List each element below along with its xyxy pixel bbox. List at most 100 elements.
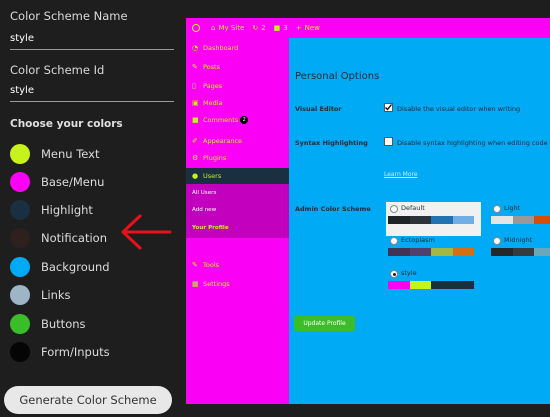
menu-appearance[interactable]: ✐ Appearance	[186, 133, 289, 149]
palette-color	[452, 248, 474, 256]
scheme-midnight[interactable]: Midnight	[489, 234, 550, 268]
form-inputs-swatch[interactable]	[10, 342, 30, 362]
scheme-name: Midnight	[504, 236, 533, 244]
page-title: Personal Options	[295, 71, 380, 82]
gauge-icon: ◔	[192, 44, 199, 52]
menu-label: Plugins	[203, 154, 227, 162]
learn-more-link[interactable]: Learn More	[384, 171, 418, 178]
scheme-light[interactable]: Light	[489, 202, 550, 236]
visual-editor-checkbox[interactable]	[384, 103, 393, 112]
scheme-name-input[interactable]	[10, 28, 174, 50]
settings-icon: ▦	[192, 280, 199, 288]
submenu-all-users[interactable]: All Users	[192, 190, 216, 196]
scheme-default[interactable]: Default	[386, 202, 481, 236]
links-swatch[interactable]	[10, 285, 30, 305]
menu-settings[interactable]: ▦ Settings	[186, 276, 289, 292]
wordpress-logo-icon[interactable]	[192, 24, 203, 32]
site-name: My Site	[218, 24, 245, 32]
plug-icon: ⚙	[192, 154, 199, 162]
color-row-background[interactable]: Background	[10, 256, 110, 278]
menu-comments[interactable]: ■ Comments 2	[186, 112, 289, 128]
menu-text-swatch[interactable]	[10, 144, 30, 164]
admin-bar-updates[interactable]: ↻ 2	[252, 24, 265, 32]
highlight-swatch[interactable]	[10, 200, 30, 220]
menu-label: Users	[203, 172, 222, 180]
palette-color	[491, 216, 513, 224]
scheme-radio[interactable]	[493, 237, 501, 245]
scheme-radio[interactable]	[390, 237, 398, 245]
color-row-buttons[interactable]: Buttons	[10, 313, 86, 335]
submenu-add-new[interactable]: Add new	[192, 207, 216, 213]
palette-color	[409, 248, 431, 256]
scheme-id-label: Color Scheme Id	[10, 63, 105, 77]
menu-users[interactable]: ● Users	[186, 168, 289, 184]
syntax-highlighting-option: Disable syntax highlighting when editing…	[397, 139, 548, 147]
scheme-radio[interactable]	[493, 205, 501, 213]
wrench-icon: ✎	[192, 261, 198, 269]
menu-tools[interactable]: ✎ Tools	[186, 257, 289, 273]
scheme-palette	[491, 216, 550, 224]
admin-bar-comments[interactable]: ■ 3	[274, 24, 288, 32]
admin-bar-site[interactable]: ⌂ My Site	[211, 24, 244, 32]
syntax-highlighting-checkbox[interactable]	[384, 137, 393, 146]
palette-color	[431, 216, 453, 224]
submenu-your-profile[interactable]: Your Profile	[192, 225, 229, 231]
admin-bar: ⌂ My Site ↻ 2 ■ 3 + New	[186, 18, 550, 38]
scheme-name: style	[401, 269, 417, 277]
notification-label: Notification	[41, 231, 107, 245]
arrow-left-icon	[121, 214, 172, 250]
highlight-label: Highlight	[41, 203, 93, 217]
menu-text-label: Menu Text	[41, 147, 100, 161]
palette-color	[512, 216, 534, 224]
update-profile-button[interactable]: Update Profile	[294, 316, 355, 331]
palette-color	[512, 248, 534, 256]
comments-badge: 2	[240, 116, 249, 124]
menu-label: Comments	[203, 116, 239, 124]
visual-editor-option: Disable the visual editor when writing	[397, 105, 521, 113]
color-row-base-menu[interactable]: Base/Menu	[10, 171, 104, 193]
menu-posts[interactable]: ✎ Posts	[186, 59, 289, 75]
color-row-form-inputs[interactable]: Form/Inputs	[10, 341, 110, 363]
menu-pages[interactable]: ▯ Pages	[186, 78, 289, 94]
palette-color	[409, 216, 431, 224]
menu-label: Dashboard	[203, 44, 239, 52]
color-row-links[interactable]: Links	[10, 284, 71, 306]
buttons-swatch[interactable]	[10, 314, 30, 334]
menu-media[interactable]: ▣ Media	[186, 95, 289, 111]
scheme-radio[interactable]	[390, 205, 398, 213]
scheme-radio-selected[interactable]	[390, 270, 398, 278]
palette-color	[388, 281, 410, 289]
palette-color	[388, 216, 410, 224]
notification-swatch[interactable]	[10, 228, 30, 248]
background-swatch[interactable]	[10, 257, 30, 277]
palette-color	[409, 281, 431, 289]
scheme-name: Ectoplasm	[401, 236, 435, 244]
palette-color	[431, 281, 453, 289]
users-submenu: All Users Add new Your Profile	[186, 184, 289, 238]
menu-label: Tools	[203, 261, 220, 269]
base-menu-swatch[interactable]	[10, 172, 30, 192]
refresh-icon: ↻	[252, 24, 259, 32]
media-icon: ▣	[192, 99, 199, 107]
brush-icon: ✐	[192, 137, 198, 145]
scheme-palette	[491, 248, 550, 256]
syntax-highlighting-label: Syntax Highlighting	[295, 139, 368, 147]
admin-preview: ⌂ My Site ↻ 2 ■ 3 + New ◔ Dashboard ✎ Posts ▯ P…	[186, 18, 550, 404]
generate-color-scheme-button[interactable]: Generate Color Scheme	[4, 386, 172, 414]
new-label: New	[304, 24, 320, 32]
palette-color	[491, 248, 513, 256]
pin-icon: ✎	[192, 63, 198, 71]
menu-plugins[interactable]: ⚙ Plugins	[186, 150, 289, 166]
scheme-id-input[interactable]	[10, 80, 174, 102]
color-row-notification[interactable]: Notification	[10, 227, 107, 249]
menu-dashboard[interactable]: ◔ Dashboard	[186, 40, 289, 56]
color-row-menu-text[interactable]: Menu Text	[10, 143, 100, 165]
scheme-name: Default	[401, 204, 425, 212]
scheme-ectoplasm[interactable]: Ectoplasm	[386, 234, 481, 268]
menu-label: Posts	[203, 63, 220, 71]
scheme-style[interactable]: style	[386, 267, 481, 301]
color-row-highlight[interactable]: Highlight	[10, 199, 93, 221]
scheme-name: Light	[504, 204, 521, 212]
scheme-palette	[388, 248, 474, 256]
admin-bar-new[interactable]: + New	[296, 24, 320, 32]
